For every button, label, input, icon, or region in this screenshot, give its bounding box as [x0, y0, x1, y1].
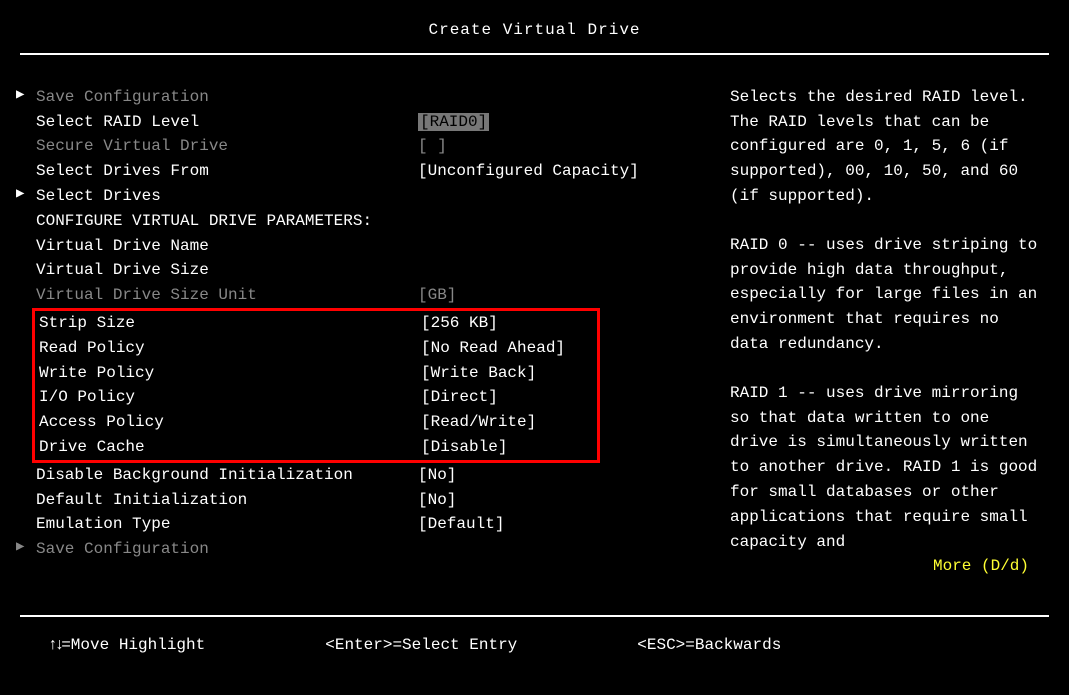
- emulation-label: Emulation Type: [36, 512, 418, 537]
- footer-back: <ESC>=Backwards: [637, 633, 781, 658]
- updown-arrows-icon: ↑↓: [48, 636, 61, 654]
- io-policy-label: I/O Policy: [39, 385, 421, 410]
- emulation-value: [Default]: [418, 512, 504, 537]
- menu-access-policy[interactable]: Access Policy [Read/Write]: [39, 410, 597, 435]
- drive-cache-label: Drive Cache: [39, 435, 421, 460]
- help-panel: Selects the desired RAID level. The RAID…: [720, 85, 1049, 579]
- menu-vd-name[interactable]: Virtual Drive Name: [20, 234, 720, 259]
- menu-secure-vd: Secure Virtual Drive [ ]: [20, 134, 720, 159]
- menu-save-config-bottom[interactable]: ▶ Save Configuration: [20, 537, 720, 562]
- menu-panel: ▶ Save Configuration Select RAID Level […: [20, 85, 720, 579]
- read-policy-value: [No Read Ahead]: [421, 336, 565, 361]
- triangle-right-icon: ▶: [16, 85, 24, 107]
- vd-size-unit-label: Virtual Drive Size Unit: [36, 283, 418, 308]
- menu-select-raid-level[interactable]: Select RAID Level [RAID0]: [20, 110, 720, 135]
- vd-name-label: Virtual Drive Name: [36, 234, 418, 259]
- section-header-label: CONFIGURE VIRTUAL DRIVE PARAMETERS:: [36, 209, 418, 234]
- save-config-bottom-label: Save Configuration: [36, 537, 418, 562]
- help-text-2: RAID 0 -- uses drive striping to provide…: [730, 233, 1039, 357]
- divider-top: [20, 53, 1049, 55]
- access-policy-label: Access Policy: [39, 410, 421, 435]
- menu-save-config-top[interactable]: ▶ Save Configuration: [20, 85, 720, 110]
- footer-bar: ↑↓=Move Highlight <Enter>=Select Entry <…: [20, 627, 1049, 658]
- menu-io-policy[interactable]: I/O Policy [Direct]: [39, 385, 597, 410]
- divider-bottom: [20, 615, 1049, 617]
- menu-select-drives[interactable]: ▶ Select Drives: [20, 184, 720, 209]
- secure-vd-value: [ ]: [418, 134, 447, 159]
- save-config-label: Save Configuration: [36, 85, 418, 110]
- help-more[interactable]: More (D/d): [730, 554, 1039, 579]
- menu-section-header: CONFIGURE VIRTUAL DRIVE PARAMETERS:: [20, 209, 720, 234]
- strip-size-label: Strip Size: [39, 311, 421, 336]
- raid-level-label: Select RAID Level: [36, 110, 418, 135]
- secure-vd-label: Secure Virtual Drive: [36, 134, 418, 159]
- highlighted-region: Strip Size [256 KB] Read Policy [No Read…: [32, 308, 600, 463]
- menu-vd-size-unit: Virtual Drive Size Unit [GB]: [20, 283, 720, 308]
- io-policy-value: [Direct]: [421, 385, 498, 410]
- menu-default-init[interactable]: Default Initialization [No]: [20, 488, 720, 513]
- read-policy-label: Read Policy: [39, 336, 421, 361]
- disable-bgi-label: Disable Background Initialization: [36, 463, 418, 488]
- menu-emulation[interactable]: Emulation Type [Default]: [20, 512, 720, 537]
- default-init-label: Default Initialization: [36, 488, 418, 513]
- select-drives-label: Select Drives: [36, 184, 418, 209]
- vd-size-unit-value: [GB]: [418, 283, 456, 308]
- menu-disable-bgi[interactable]: Disable Background Initialization [No]: [20, 463, 720, 488]
- footer-move: ↑↓=Move Highlight: [48, 633, 205, 658]
- menu-select-drives-from[interactable]: Select Drives From [Unconfigured Capacit…: [20, 159, 720, 184]
- menu-write-policy[interactable]: Write Policy [Write Back]: [39, 361, 597, 386]
- drives-from-value: [Unconfigured Capacity]: [418, 159, 639, 184]
- triangle-right-icon: ▶: [16, 184, 24, 206]
- drives-from-label: Select Drives From: [36, 159, 418, 184]
- vd-size-label: Virtual Drive Size: [36, 258, 418, 283]
- footer-move-text: =Move Highlight: [61, 636, 205, 654]
- default-init-value: [No]: [418, 488, 456, 513]
- help-text-3: RAID 1 -- uses drive mirroring so that d…: [730, 381, 1039, 555]
- menu-drive-cache[interactable]: Drive Cache [Disable]: [39, 435, 597, 460]
- page-title: Create Virtual Drive: [20, 12, 1049, 51]
- menu-strip-size[interactable]: Strip Size [256 KB]: [39, 311, 597, 336]
- write-policy-label: Write Policy: [39, 361, 421, 386]
- triangle-right-icon: ▶: [16, 537, 24, 559]
- access-policy-value: [Read/Write]: [421, 410, 536, 435]
- menu-read-policy[interactable]: Read Policy [No Read Ahead]: [39, 336, 597, 361]
- write-policy-value: [Write Back]: [421, 361, 536, 386]
- strip-size-value: [256 KB]: [421, 311, 498, 336]
- menu-vd-size[interactable]: Virtual Drive Size: [20, 258, 720, 283]
- disable-bgi-value: [No]: [418, 463, 456, 488]
- help-text-1: Selects the desired RAID level. The RAID…: [730, 85, 1039, 209]
- raid-level-value: [RAID0]: [418, 113, 489, 131]
- drive-cache-value: [Disable]: [421, 435, 507, 460]
- footer-select: <Enter>=Select Entry: [325, 633, 517, 658]
